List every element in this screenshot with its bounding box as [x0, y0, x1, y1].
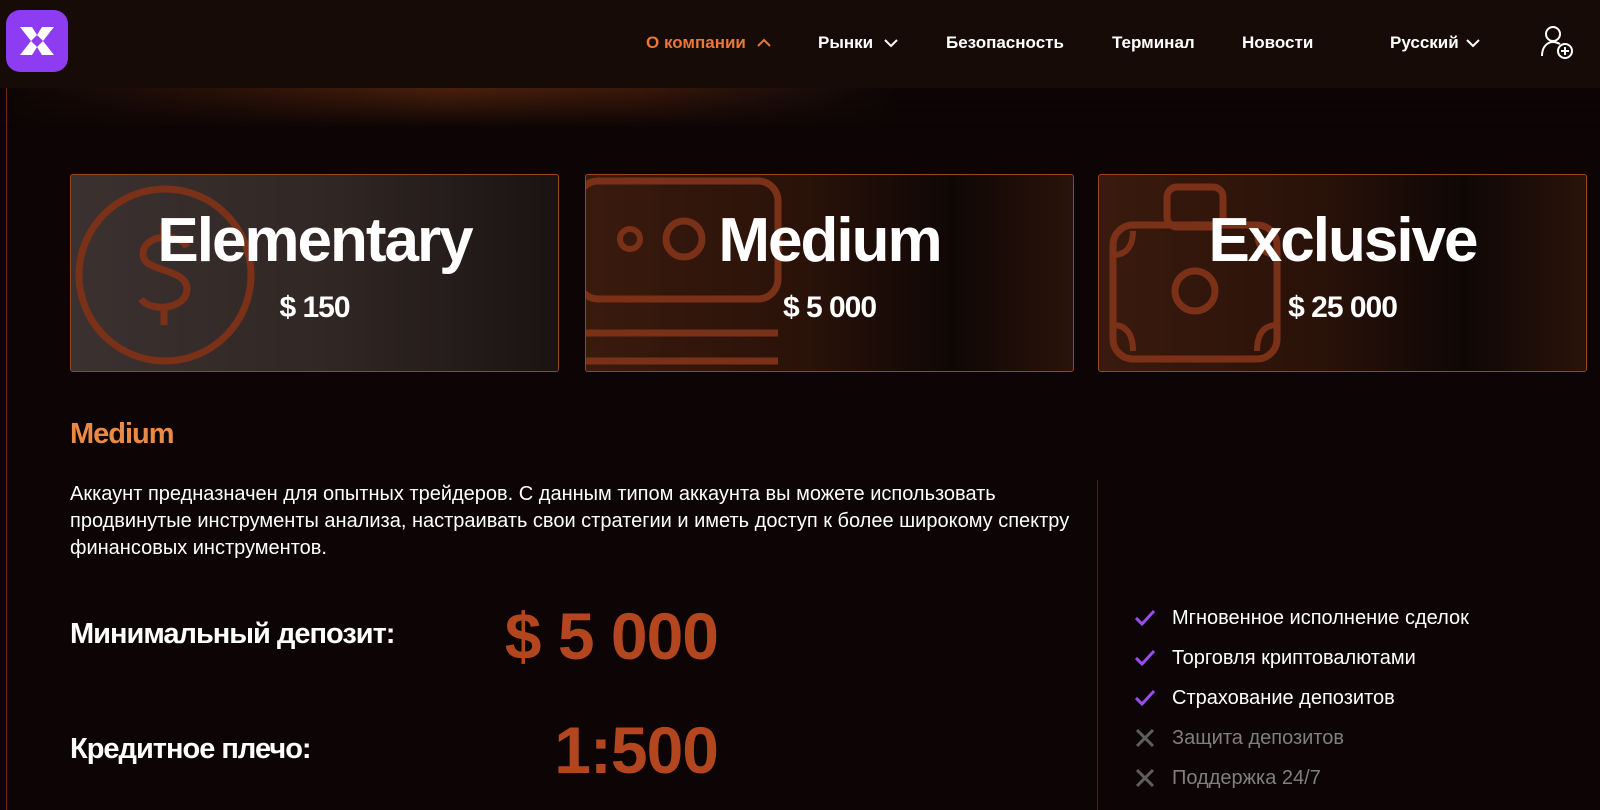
feature-label: Страхование депозитов: [1172, 686, 1395, 709]
plan-name: Exclusive: [1208, 206, 1478, 275]
nav-item-company[interactable]: О компании: [646, 30, 772, 56]
plan-price: $ 150: [279, 291, 350, 324]
check-icon: [1134, 609, 1156, 627]
nav-item-label: Рынки: [818, 33, 874, 52]
feature-label: Поддержка 24/7: [1172, 766, 1321, 789]
plan-card-exclusive[interactable]: Exclusive $ 25 000: [1098, 174, 1587, 372]
nav-item-label: Новости: [1242, 33, 1314, 52]
feature-item: Поддержка 24/7: [1134, 758, 1469, 798]
language-selector[interactable]: Русский: [1390, 30, 1481, 56]
nav-item-label: Безопасность: [946, 33, 1064, 52]
plan-name: Medium: [718, 206, 942, 275]
nav-item-markets[interactable]: Рынки: [818, 30, 899, 56]
user-add-icon[interactable]: [1540, 24, 1574, 60]
nav-item-security[interactable]: Безопасность: [946, 30, 1064, 56]
cross-icon: [1135, 728, 1155, 748]
feature-label: Торговля криптовалютами: [1172, 646, 1416, 669]
check-icon: [1134, 649, 1156, 667]
min-deposit-value: $ 5 000: [504, 599, 719, 673]
plan-price: $ 25 000: [1288, 291, 1398, 324]
feature-item: Мгновенное исполнение сделок: [1134, 598, 1469, 638]
nav-item-label: Терминал: [1112, 33, 1195, 52]
min-deposit-label: Минимальный депозит:: [70, 618, 395, 650]
nav-item-news[interactable]: Новости: [1242, 30, 1313, 56]
feature-item: Торговля криптовалютами: [1134, 638, 1469, 678]
feature-item: Страхование депозитов: [1134, 678, 1469, 718]
chevron-down-icon: [1465, 39, 1480, 48]
feature-label: Защита депозитов: [1172, 726, 1344, 749]
plan-name: Elementary: [157, 206, 473, 275]
nav-item-label: О компании: [646, 33, 746, 52]
feature-label: Мгновенное исполнение сделок: [1172, 606, 1469, 629]
plan-description: Аккаунт предназначен для опытных трейдер…: [70, 483, 1070, 559]
hero-image-fade: [0, 88, 1600, 128]
x-logo-icon[interactable]: [6, 10, 68, 72]
cross-icon: [1135, 768, 1155, 788]
selected-plan-title: Medium: [70, 418, 175, 450]
leverage-value: 1:500: [554, 713, 719, 787]
features-list: Мгновенное исполнение сделок Торговля кр…: [1134, 598, 1469, 798]
chevron-up-icon: [757, 38, 771, 47]
plan-price: $ 5 000: [782, 291, 877, 324]
feature-item: Защита депозитов: [1134, 718, 1469, 758]
leverage-label: Кредитное плечо:: [70, 733, 312, 765]
nav-item-terminal[interactable]: Терминал: [1112, 30, 1195, 56]
vertical-divider: [1097, 480, 1098, 810]
language-label: Русский: [1390, 33, 1459, 52]
check-icon: [1134, 689, 1156, 707]
chevron-down-icon: [884, 39, 898, 48]
top-navbar: О компании Рынки Безопасность Терминал Н…: [0, 0, 1600, 88]
plan-card-elementary[interactable]: Elementary $ 150: [70, 174, 559, 372]
plan-card-medium[interactable]: Medium $ 5 000: [585, 174, 1074, 372]
left-border-line: [6, 88, 7, 810]
